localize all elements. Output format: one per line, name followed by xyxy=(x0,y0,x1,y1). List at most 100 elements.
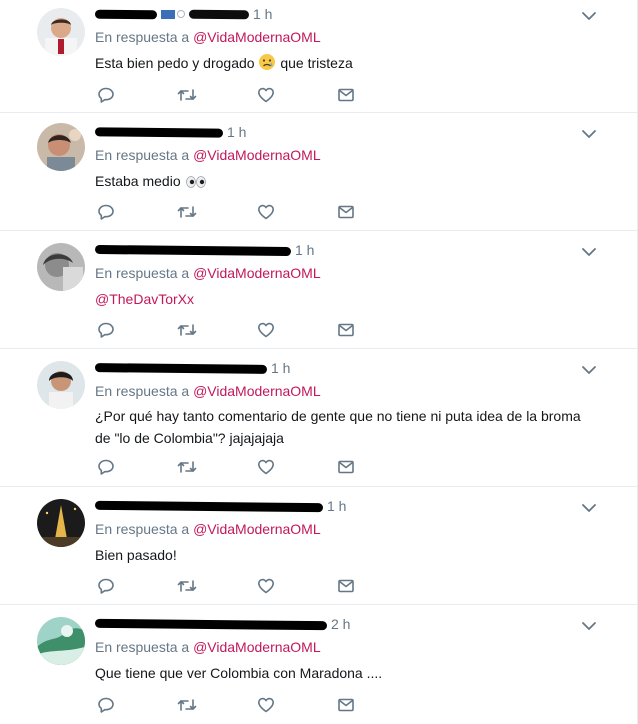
reply-handle-link[interactable]: @VidaModernaOML xyxy=(193,265,321,281)
retweet-button[interactable] xyxy=(177,86,257,104)
message-button[interactable] xyxy=(337,86,417,104)
reply-button[interactable] xyxy=(97,458,177,476)
tweet-4[interactable]: 1 h En respuesta a @VidaModernaOML ¿Por … xyxy=(0,349,637,487)
reply-button[interactable] xyxy=(97,696,177,714)
message-icon xyxy=(337,203,355,221)
tweet-header: 2 h xyxy=(94,614,350,634)
retweet-button[interactable] xyxy=(177,203,257,221)
retweet-icon xyxy=(177,203,197,221)
tweet-text: Esta bien pedo y drogado que tristeza xyxy=(95,53,615,73)
eyes-emoji xyxy=(185,176,206,188)
sad-face-emoji xyxy=(259,54,276,70)
like-icon xyxy=(257,577,275,595)
tweet-actions xyxy=(97,577,417,595)
like-button[interactable] xyxy=(257,696,337,714)
message-button[interactable] xyxy=(337,577,417,595)
tweet-text-part: Esta bien pedo y drogado xyxy=(95,55,255,71)
redacted-name xyxy=(94,9,158,19)
chevron-down-icon[interactable] xyxy=(581,246,597,258)
avatar[interactable] xyxy=(37,123,85,171)
reply-context: En respuesta a @VidaModernaOML xyxy=(95,147,321,163)
reply-button[interactable] xyxy=(97,203,177,221)
reply-handle-link[interactable]: @VidaModernaOML xyxy=(193,639,321,655)
chevron-down-icon[interactable] xyxy=(581,364,597,376)
like-button[interactable] xyxy=(257,321,337,339)
reply-button[interactable] xyxy=(97,86,177,104)
reply-handle-link[interactable]: @VidaModernaOML xyxy=(193,147,321,163)
avatar[interactable] xyxy=(37,617,85,665)
timestamp[interactable]: 1 h xyxy=(271,360,290,376)
retweet-button[interactable] xyxy=(177,696,257,714)
reply-handle-link[interactable]: @VidaModernaOML xyxy=(193,383,321,399)
tweet-text: Que tiene que ver Colombia con Maradona … xyxy=(95,665,383,681)
timestamp[interactable]: 2 h xyxy=(331,616,350,632)
tweet-2[interactable]: 1 h En respuesta a @VidaModernaOML Estab… xyxy=(0,113,637,231)
tweet-text: ¿Por qué hay tanto comentario de gente q… xyxy=(95,406,625,448)
chevron-down-icon[interactable] xyxy=(581,128,597,140)
timestamp[interactable]: 1 h xyxy=(227,124,246,140)
flag-icon xyxy=(161,9,175,19)
reply-icon xyxy=(97,203,115,221)
avatar[interactable] xyxy=(37,8,85,56)
reply-button[interactable] xyxy=(97,577,177,595)
redacted-name xyxy=(94,500,324,512)
like-button[interactable] xyxy=(257,577,337,595)
chevron-down-icon[interactable] xyxy=(581,502,597,514)
message-icon xyxy=(337,86,355,104)
avatar[interactable] xyxy=(37,361,85,409)
tweet-header: 1 h xyxy=(94,240,314,260)
chevron-down-icon[interactable] xyxy=(581,620,597,632)
mention-link[interactable]: @TheDavTorXx xyxy=(95,291,194,307)
tweet-text-part: que tristeza xyxy=(280,55,353,71)
reply-context: En respuesta a @VidaModernaOML xyxy=(95,29,321,45)
tweet-3[interactable]: 1 h En respuesta a @VidaModernaOML @TheD… xyxy=(0,231,637,349)
chevron-down-icon[interactable] xyxy=(581,10,597,22)
reply-context: En respuesta a @VidaModernaOML xyxy=(95,639,321,655)
tweet-actions xyxy=(97,696,417,714)
reply-context: En respuesta a @VidaModernaOML xyxy=(95,383,321,399)
reply-prefix: En respuesta a xyxy=(95,29,190,45)
like-button[interactable] xyxy=(257,203,337,221)
tweet-text: @TheDavTorXx xyxy=(95,289,615,309)
tweet-text: Bien pasado! xyxy=(95,547,177,563)
redacted-name xyxy=(94,244,292,256)
tweet-1[interactable]: 1 h En respuesta a @VidaModernaOML Esta … xyxy=(0,0,637,113)
tweet-5[interactable]: 1 h En respuesta a @VidaModernaOML Bien … xyxy=(0,487,637,605)
retweet-icon xyxy=(177,321,197,339)
like-button[interactable] xyxy=(257,458,337,476)
reply-handle-link[interactable]: @VidaModernaOML xyxy=(193,521,321,537)
retweet-button[interactable] xyxy=(177,321,257,339)
like-icon xyxy=(257,696,275,714)
tweet-header: 1 h xyxy=(94,122,246,142)
tweet-actions xyxy=(97,203,417,221)
tweet-6[interactable]: 2 h En respuesta a @VidaModernaOML Que t… xyxy=(0,605,637,724)
reply-handle-link[interactable]: @VidaModernaOML xyxy=(193,29,321,45)
timestamp[interactable]: 1 h xyxy=(327,498,346,514)
reply-prefix: En respuesta a xyxy=(95,265,190,281)
message-button[interactable] xyxy=(337,203,417,221)
redacted-name xyxy=(94,362,268,374)
retweet-button[interactable] xyxy=(177,458,257,476)
redacted-name xyxy=(94,126,224,138)
retweet-button[interactable] xyxy=(177,577,257,595)
message-icon xyxy=(337,321,355,339)
message-button[interactable] xyxy=(337,458,417,476)
message-button[interactable] xyxy=(337,321,417,339)
avatar[interactable] xyxy=(37,243,85,291)
tweet-header: 1 h xyxy=(94,4,272,24)
timestamp[interactable]: 1 h xyxy=(253,6,272,22)
like-button[interactable] xyxy=(257,86,337,104)
reply-icon xyxy=(97,696,115,714)
reply-button[interactable] xyxy=(97,321,177,339)
message-button[interactable] xyxy=(337,696,417,714)
tweet-text: Estaba medio xyxy=(95,171,615,191)
timestamp[interactable]: 1 h xyxy=(295,242,314,258)
avatar[interactable] xyxy=(37,499,85,547)
tweet-text-part: Estaba medio xyxy=(95,173,181,189)
reply-context: En respuesta a @VidaModernaOML xyxy=(95,521,321,537)
retweet-icon xyxy=(177,577,197,595)
like-icon xyxy=(257,458,275,476)
redacted-name xyxy=(94,618,328,630)
tweet-header: 1 h xyxy=(94,496,346,516)
retweet-icon xyxy=(177,458,197,476)
